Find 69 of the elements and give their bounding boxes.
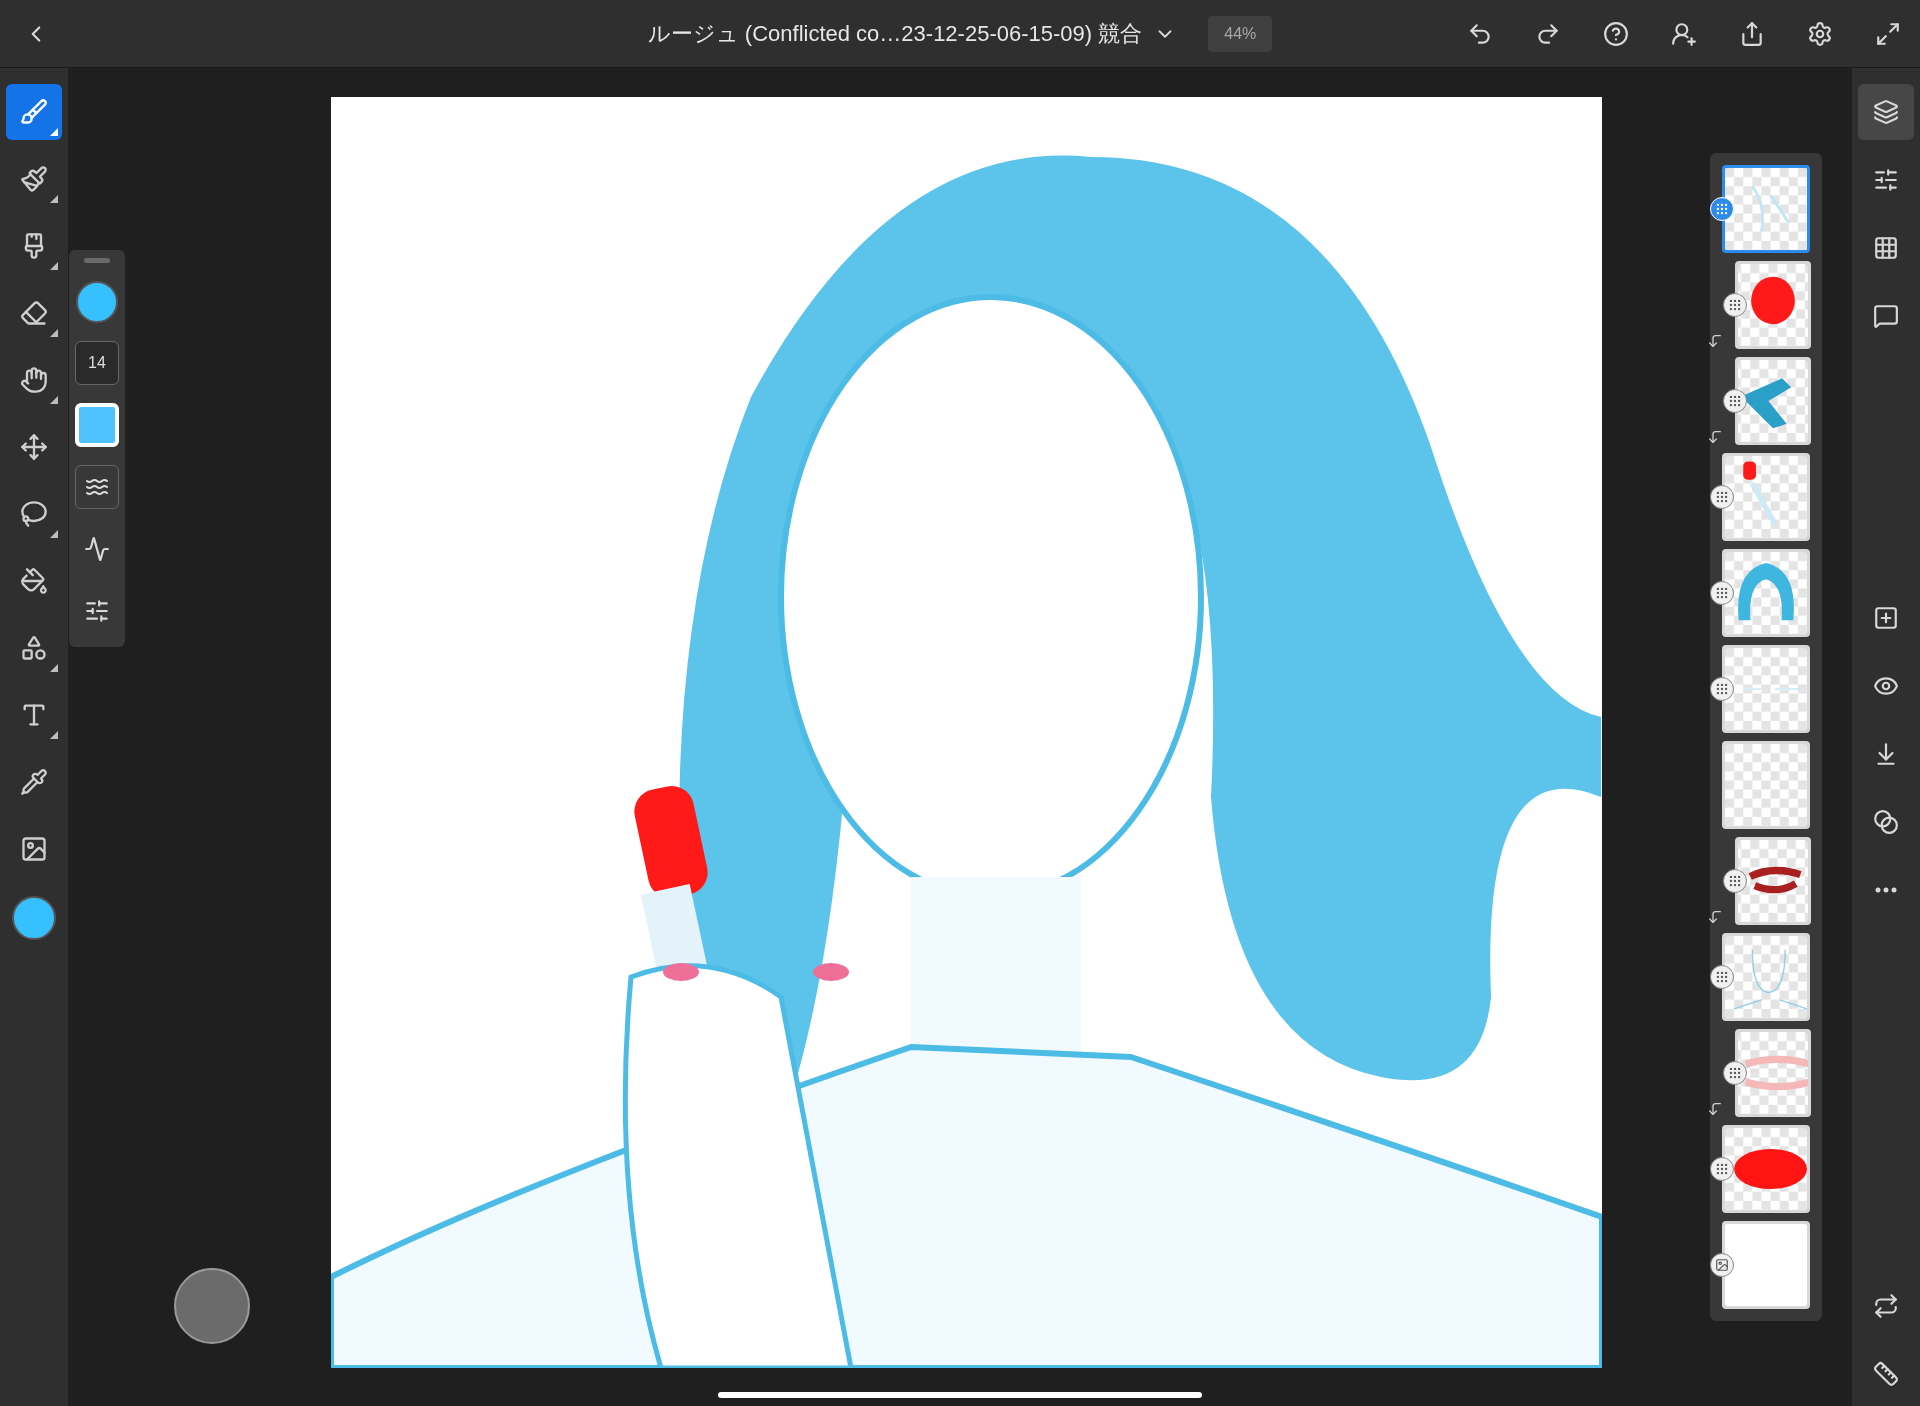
smoothing-button[interactable] [75,465,119,509]
layer-badge[interactable] [1710,1253,1734,1277]
ruler-icon [1873,1361,1899,1387]
layer-badge[interactable] [1710,485,1734,509]
tool-button[interactable] [6,84,62,140]
eyedropper-icon [20,768,48,796]
image-icon [20,835,48,863]
sliders-icon [84,598,110,624]
grid-icon [1873,235,1899,261]
grip-icon [1715,682,1729,696]
paint-bucket-icon [20,567,48,595]
layer-badge[interactable] [1710,1157,1734,1181]
grip-icon [1715,202,1729,216]
settings-icon [1807,20,1833,47]
corner-triangle-icon [50,195,58,203]
layer-badge[interactable] [1723,293,1747,317]
layer-badge[interactable] [1710,965,1734,989]
grip-icon [1728,874,1742,888]
hand-icon [20,366,48,394]
document-title[interactable]: ルージュ (Conflicted co…23-12-25-06-15-09) 競合 [647,17,1143,50]
more-icon [1875,887,1897,893]
corner-triangle-icon [50,664,58,672]
clip-arrow-icon [1707,333,1723,349]
brush-icon [20,98,48,126]
layer-badge[interactable] [1723,389,1747,413]
clip-arrow-icon [1707,429,1723,445]
corner-triangle-icon [50,530,58,538]
layer-badge[interactable] [1723,1061,1747,1085]
zoom-level[interactable]: 44% [1208,15,1273,52]
layers-icon [1873,99,1899,125]
drag-handle[interactable] [84,258,110,263]
grip-icon [1728,1066,1742,1080]
eraser-icon [20,299,48,327]
grip-icon [1715,490,1729,504]
corner-triangle-icon [50,396,58,404]
grip-icon [1728,298,1742,312]
corner-triangle-icon [50,262,58,270]
move-icon [20,433,48,461]
clip-arrow-icon [1707,1101,1723,1117]
expand-icon [1875,20,1901,47]
image-icon [1715,1258,1729,1272]
comment-icon [1873,303,1899,329]
sliders-icon [1873,167,1899,193]
shapes-icon [20,634,48,662]
plus-icon [1873,605,1899,631]
paintbrush-icon [20,165,48,193]
brush-size[interactable]: 14 [75,341,119,385]
repeat-icon [1873,1293,1899,1319]
opacity-swatch[interactable] [75,403,119,447]
grip-icon [1728,394,1742,408]
panel-tab[interactable] [1858,84,1914,140]
corner-triangle-icon [50,329,58,337]
user-plus-icon [1671,20,1697,47]
circles-icon [1873,809,1899,835]
activity-icon [84,536,110,562]
lasso-icon [20,500,48,528]
layer-badge[interactable] [1710,677,1734,701]
clip-arrow-icon [1707,909,1723,925]
grip-icon [1715,1162,1729,1176]
brush-color[interactable] [76,281,118,323]
layer-badge[interactable] [1723,869,1747,893]
layer-badge[interactable] [1710,581,1734,605]
corner-triangle-icon [50,731,58,739]
grip-icon [1715,586,1729,600]
corner-triangle-icon [50,128,58,136]
help-icon [1603,20,1629,47]
share-icon [1739,20,1765,47]
grip-icon [1715,970,1729,984]
color-swatch[interactable] [12,896,56,940]
